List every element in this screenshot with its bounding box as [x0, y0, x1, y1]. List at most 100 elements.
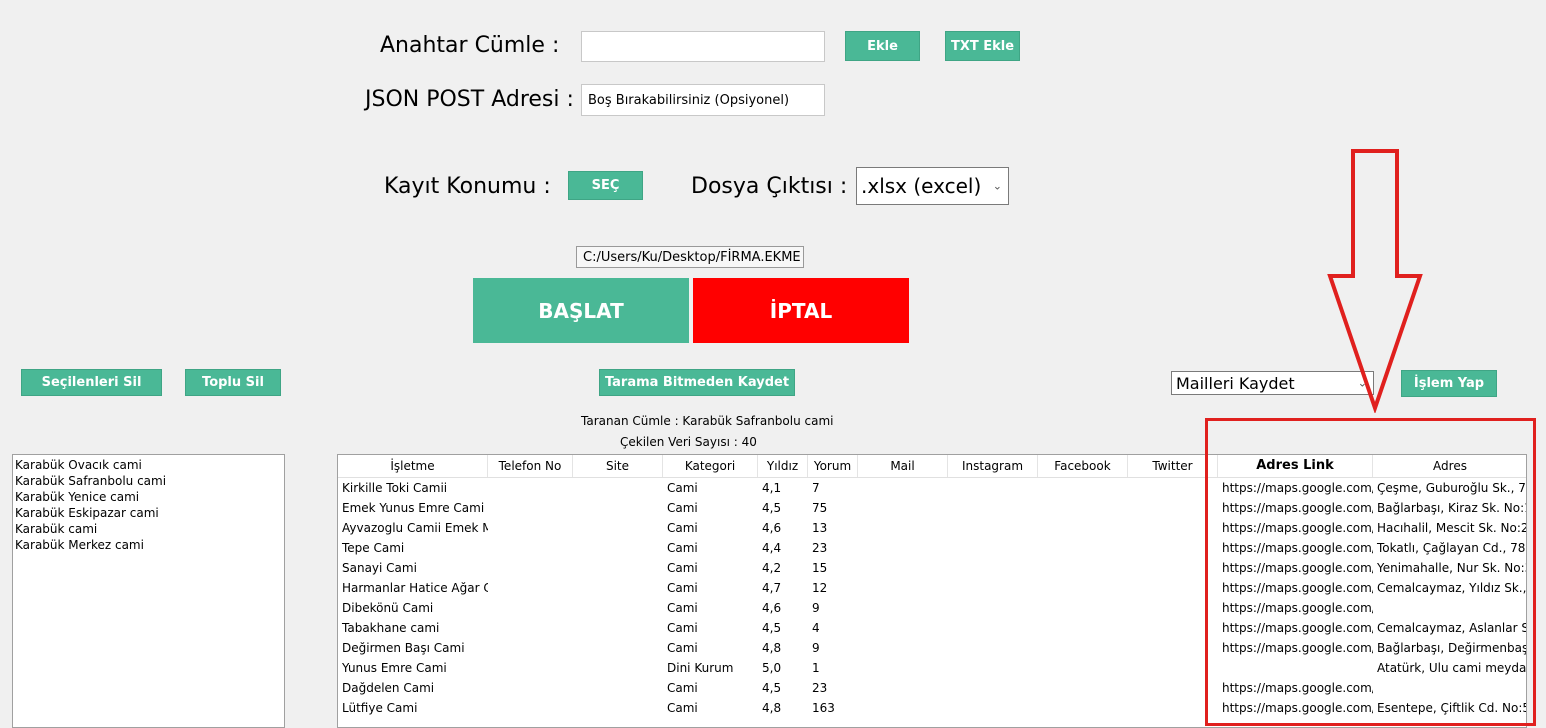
- table-cell: [488, 678, 573, 698]
- table-cell: [1038, 678, 1128, 698]
- table-cell: [573, 538, 663, 558]
- table-cell: Lütfiye Cami: [342, 701, 418, 715]
- keyword-input[interactable]: [581, 31, 825, 62]
- txt-add-button[interactable]: TXT Ekle: [945, 31, 1020, 61]
- table-cell: Cami: [667, 621, 698, 635]
- cancel-button[interactable]: İPTAL: [693, 278, 909, 343]
- table-cell: [488, 638, 573, 658]
- table-cell: 7: [812, 481, 820, 495]
- table-cell: [1128, 538, 1218, 558]
- table-cell: 4,8: [762, 641, 782, 655]
- table-cell: Dibekönü Cami: [342, 601, 434, 615]
- table-cell: Esentepe, Çiftlik Cd. No:57,: [1377, 701, 1527, 715]
- output-format-select[interactable]: .xlsx (excel) ⌄: [856, 167, 1009, 205]
- table-cell: Değirmen Başı Cami: [342, 641, 465, 655]
- table-row[interactable]: Lütfiye Cami Cami 4,8 163 https://maps.googl…: [338, 698, 1527, 718]
- delete-all-button[interactable]: Toplu Sil: [185, 369, 281, 396]
- list-item[interactable]: Karabük Ovacık cami: [15, 457, 282, 473]
- column-header[interactable]: Site: [573, 455, 663, 477]
- table-cell: 23: [812, 681, 828, 695]
- list-item[interactable]: Karabük cami: [15, 521, 282, 537]
- table-cell: [573, 678, 663, 698]
- column-header[interactable]: Yıldız: [758, 455, 808, 477]
- table-cell: [948, 658, 1038, 678]
- table-cell: Cami: [667, 641, 698, 655]
- save-before-finish-button[interactable]: Tarama Bitmeden Kaydet: [599, 369, 795, 396]
- column-header[interactable]: Kategori: [663, 455, 758, 477]
- table-header: İşletme Telefon No Site Kategori Yıldız Yorum…: [338, 455, 1526, 478]
- column-header[interactable]: Telefon No: [488, 455, 573, 477]
- delete-selected-button[interactable]: Seçilenleri Sil: [21, 369, 162, 396]
- json-post-input[interactable]: Boş Bırakabilirsiniz (Opsiyonel): [581, 84, 825, 116]
- list-item[interactable]: Karabük Eskipazar cami: [15, 505, 282, 521]
- table-cell: https://maps.google.com/: [1222, 541, 1373, 555]
- list-item[interactable]: Karabük Yenice cami: [15, 489, 282, 505]
- table-cell: https://maps.google.com/: [1222, 701, 1373, 715]
- column-header[interactable]: Adres: [1373, 455, 1526, 477]
- table-cell: [488, 538, 573, 558]
- table-cell: [1038, 518, 1128, 538]
- keyword-list[interactable]: Karabük Ovacık cami Karabük Safranbolu c…: [12, 454, 285, 728]
- table-cell: [1038, 498, 1128, 518]
- table-cell: Cami: [667, 521, 698, 535]
- list-item[interactable]: Karabük Merkez cami: [15, 537, 282, 553]
- table-cell: [573, 518, 663, 538]
- table-row[interactable]: Emek Yunus Emre Cami Cami 4,5 75 https://map…: [338, 498, 1526, 518]
- column-header[interactable]: Yorum: [808, 455, 858, 477]
- table-cell: Emek Yunus Emre Cami: [342, 501, 485, 515]
- table-cell: https://maps.google.com/: [1222, 641, 1373, 655]
- column-header[interactable]: Twitter: [1128, 455, 1218, 477]
- table-cell: Sanayi Cami: [342, 561, 417, 575]
- column-header[interactable]: Instagram: [948, 455, 1038, 477]
- table-row[interactable]: Tepe Cami Cami 4,4 23 https://maps.google.co…: [338, 538, 1527, 558]
- table-row[interactable]: Dibekönü Cami Cami 4,6 9 https://maps.google…: [338, 598, 1526, 618]
- table-cell: Tokatlı, Çağlayan Cd., 7860: [1377, 541, 1527, 555]
- table-cell: Kirkille Toki Camii: [342, 481, 448, 495]
- list-item[interactable]: Karabük Safranbolu cami: [15, 473, 282, 489]
- table-cell: [948, 518, 1038, 538]
- table-cell: [858, 598, 948, 618]
- table-cell: [1038, 618, 1128, 638]
- table-row[interactable]: Yunus Emre Cami Dini Kurum 5,0 1 Atatürk, Ul…: [338, 658, 1526, 678]
- column-header[interactable]: Facebook: [1038, 455, 1128, 477]
- table-cell: [488, 598, 573, 618]
- table-cell: Yunus Emre Cami: [342, 661, 447, 675]
- table-cell: Cami: [667, 581, 698, 595]
- table-row[interactable]: Değirmen Başı Cami Cami 4,8 9 https://maps.g…: [338, 638, 1526, 658]
- table-row[interactable]: Dağdelen Cami Cami 4,5 23 https://maps.googl…: [338, 678, 1526, 698]
- table-row[interactable]: Tabakhane cami Cami 4,5 4 https://maps.googl…: [338, 618, 1526, 638]
- table-cell: 5,0: [762, 661, 782, 675]
- table-cell: [858, 678, 948, 698]
- start-button[interactable]: BAŞLAT: [473, 278, 689, 343]
- scanned-phrase-status: Taranan Cümle : Karabük Safranbolu cami: [581, 414, 834, 428]
- choose-location-button[interactable]: SEÇ: [568, 171, 643, 200]
- table-cell: 163: [812, 701, 835, 715]
- save-path-field: C:/Users/Ku/Desktop/FİRMA.EKME: [576, 246, 804, 268]
- table-row[interactable]: Sanayi Cami Cami 4,2 15 https://maps.google.…: [338, 558, 1526, 578]
- table-cell: 13: [812, 521, 828, 535]
- table-cell: 15: [812, 561, 828, 575]
- table-cell: [488, 698, 573, 718]
- table-cell: 4,4: [762, 541, 782, 555]
- table-cell: [1128, 598, 1218, 618]
- column-header[interactable]: İşletme: [338, 455, 488, 477]
- table-row[interactable]: Harmanlar Hatice Ağar Car Cami 4,7 12 https:…: [338, 578, 1526, 598]
- column-header[interactable]: Mail: [858, 455, 948, 477]
- column-header[interactable]: Adres Link: [1218, 455, 1373, 477]
- table-row[interactable]: Kirkille Toki Camii Cami 4,1 7 https://maps.…: [338, 478, 1526, 498]
- mail-save-value: Mailleri Kaydet: [1176, 373, 1295, 393]
- table-cell: Dağdelen Cami: [342, 681, 435, 695]
- table-cell: [1038, 578, 1128, 598]
- table-cell: [948, 678, 1038, 698]
- output-format-label: Dosya Çıktısı :: [691, 174, 848, 199]
- add-button[interactable]: Ekle: [845, 31, 920, 61]
- table-cell: 4,1: [762, 481, 782, 495]
- table-row[interactable]: Ayvazoglu Camii Emek Ma Cami 4,6 13 https://…: [338, 518, 1526, 538]
- table-cell: [1038, 658, 1128, 678]
- table-cell: 4,6: [762, 601, 782, 615]
- table-cell: [1373, 598, 1526, 618]
- table-cell: [948, 598, 1038, 618]
- table-cell: 4,5: [762, 681, 782, 695]
- table-cell: https://maps.google.com/: [1222, 601, 1373, 615]
- results-table[interactable]: İşletme Telefon No Site Kategori Yıldız Yorum…: [337, 454, 1527, 728]
